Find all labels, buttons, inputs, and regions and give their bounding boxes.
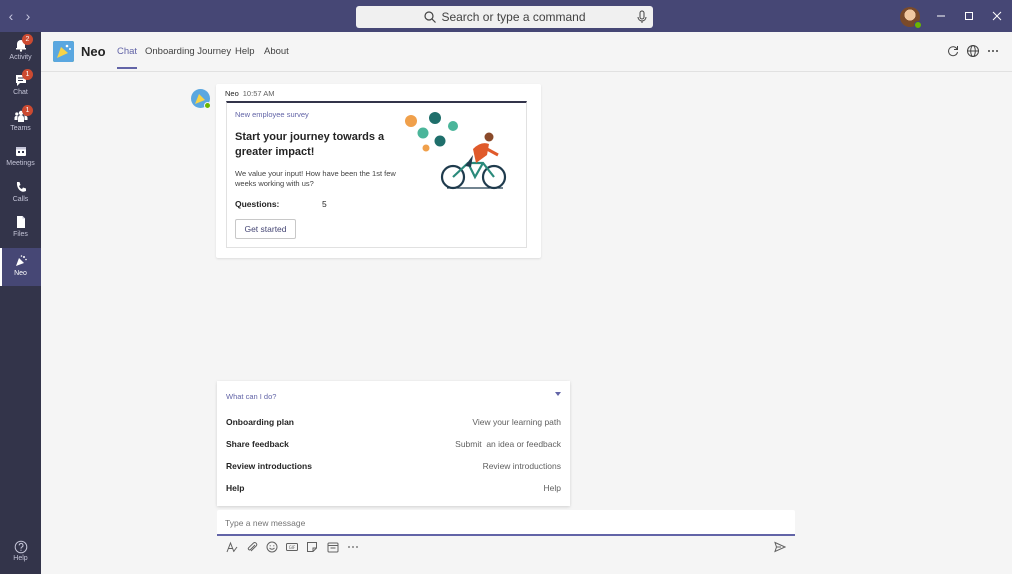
chat-message: Neo 10:57 AM New employee survey Start yo… — [216, 84, 541, 258]
teams-badge: 1 — [22, 105, 33, 116]
command-desc: Help — [543, 483, 561, 493]
help-label: Help — [13, 555, 28, 562]
card-body: We value your input! How have been the 1… — [235, 169, 396, 188]
refresh-icon[interactable] — [946, 44, 960, 58]
forward-arrow-icon[interactable]: › — [21, 8, 35, 24]
tab-about[interactable]: About — [264, 46, 289, 57]
more-options-icon[interactable] — [347, 541, 359, 553]
chat-badge: 1 — [22, 69, 33, 80]
search-input[interactable]: Search or type a command — [356, 6, 653, 28]
rail-label: Teams — [10, 125, 31, 132]
back-arrow-icon[interactable]: ‹ — [4, 8, 18, 24]
message-time: 10:57 AM — [242, 89, 275, 98]
command-item-help[interactable]: Help Help — [226, 483, 561, 497]
command-item-review-introductions[interactable]: Review introductions Review introduction… — [226, 461, 561, 475]
command-panel: What can I do? Onboarding plan View your… — [217, 381, 570, 506]
rail-item-chat[interactable]: 1 Chat — [0, 69, 41, 105]
help-icon — [14, 540, 27, 554]
message-input[interactable] — [225, 515, 785, 531]
sticker-icon[interactable] — [306, 541, 318, 553]
command-desc: Submit an idea or feedback — [455, 439, 561, 449]
rail-item-meetings[interactable]: Meetings — [0, 142, 41, 176]
questions-label: Questions: — [235, 199, 280, 209]
globe-icon[interactable] — [966, 44, 980, 58]
gif-icon[interactable]: GIF — [286, 541, 298, 553]
rail-item-activity[interactable]: 2 Activity — [0, 34, 41, 70]
user-avatar[interactable] — [900, 7, 922, 29]
schedule-meeting-icon[interactable] — [327, 541, 339, 553]
maximize-icon[interactable] — [962, 9, 976, 23]
activity-badge: 2 — [22, 34, 33, 45]
rail-label: Calls — [12, 196, 29, 203]
close-icon[interactable] — [990, 9, 1004, 23]
search-icon — [424, 11, 437, 23]
card-kicker: New employee survey — [235, 110, 309, 119]
app-rail: 2 Activity 1 Chat 1 Teams Meetings Calls… — [0, 32, 41, 574]
command-panel-heading[interactable]: What can I do? — [226, 392, 276, 401]
rail-label: Meetings — [6, 160, 35, 167]
command-desc: Review introductions — [482, 461, 561, 471]
format-icon[interactable] — [226, 541, 238, 553]
svg-text:GIF: GIF — [289, 545, 296, 550]
rail-label: Chat — [13, 89, 28, 96]
title-bar: ‹ › Search or type a command — [0, 0, 1012, 32]
command-desc: View your learning path — [472, 417, 561, 427]
attach-icon[interactable] — [246, 541, 258, 553]
message-meta: Neo 10:57 AM — [225, 89, 274, 98]
rail-label: Neo — [14, 270, 27, 277]
emoji-icon[interactable] — [266, 541, 278, 553]
neo-icon — [15, 255, 27, 266]
adaptive-card: New employee survey Start your journey t… — [226, 101, 527, 248]
rail-item-calls[interactable]: Calls — [0, 178, 41, 212]
send-icon[interactable] — [774, 541, 786, 553]
minimize-icon[interactable] — [934, 9, 948, 23]
cyclist-illustration — [405, 112, 507, 190]
calendar-icon — [15, 147, 26, 156]
compose-box — [217, 510, 795, 536]
search-placeholder: Search or type a command — [441, 10, 586, 24]
command-name: Review introductions — [226, 461, 312, 471]
rail-item-teams[interactable]: 1 Teams — [0, 105, 41, 141]
phone-icon — [16, 182, 26, 192]
rail-label: Activity — [9, 54, 32, 61]
command-name: Onboarding plan — [226, 417, 294, 427]
rail-item-help[interactable]: Help — [0, 540, 41, 562]
neo-app-logo — [53, 41, 74, 62]
presence-available-icon — [914, 21, 922, 29]
command-item-share-feedback[interactable]: Share feedback Submit an idea or feedbac… — [226, 439, 561, 453]
command-name: Help — [226, 483, 245, 493]
file-icon — [16, 216, 25, 228]
get-started-button[interactable]: Get started — [235, 219, 296, 239]
command-name: Share feedback — [226, 439, 289, 449]
bot-presence-icon — [204, 102, 211, 109]
tab-chat[interactable]: Chat — [117, 46, 138, 69]
command-item-onboarding-plan[interactable]: Onboarding plan View your learning path — [226, 417, 561, 431]
chevron-down-icon[interactable] — [555, 392, 561, 396]
message-sender: Neo — [225, 89, 239, 98]
more-options-icon[interactable] — [986, 44, 1000, 58]
rail-item-neo[interactable]: Neo — [0, 248, 41, 286]
app-title: Neo — [81, 44, 106, 59]
tab-help[interactable]: Help — [235, 46, 255, 57]
tab-onboarding-journey[interactable]: Onboarding Journey — [145, 46, 231, 57]
rail-label: Files — [13, 231, 28, 238]
questions-value: 5 — [322, 199, 327, 209]
rail-item-files[interactable]: Files — [0, 213, 41, 247]
microphone-icon[interactable] — [637, 10, 647, 24]
card-title: Start your journey towards a greater imp… — [235, 131, 385, 158]
app-header: Neo Chat Onboarding Journey Help About — [41, 32, 1012, 72]
